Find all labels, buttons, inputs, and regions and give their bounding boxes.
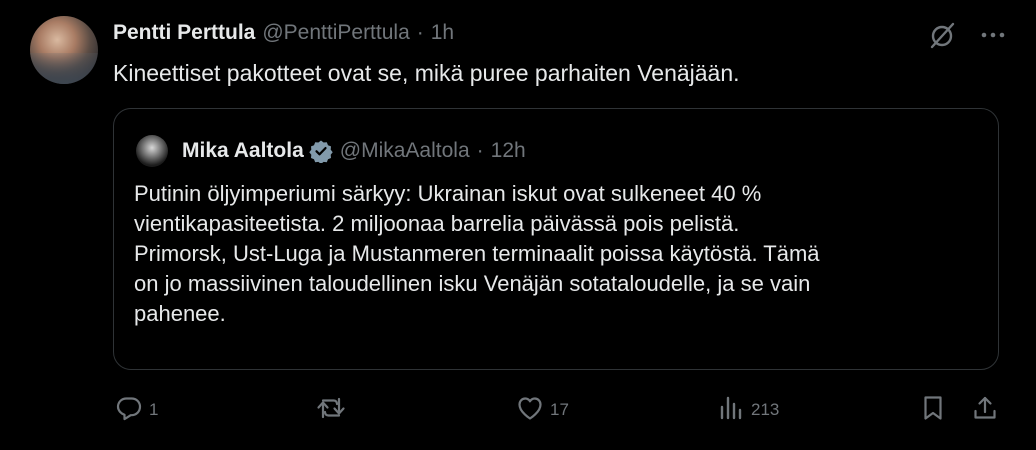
author-name[interactable]: Pentti Perttula (113, 21, 255, 45)
tweet-action-bar: 1 17 213 (113, 392, 1003, 428)
quoted-author-avatar[interactable] (136, 135, 168, 167)
views-button[interactable]: 213 (717, 392, 779, 428)
like-icon (516, 394, 544, 427)
verified-badge-icon (309, 139, 333, 163)
tweet-top-actions (928, 20, 1006, 50)
tweet-header: Pentti Perttula @PenttiPerttula · 1h (113, 18, 454, 48)
quoted-text-line: Putinin öljyimperiumi särkyy: Ukrainan i… (134, 181, 762, 206)
quoted-text-line: Primorsk, Ust-Luga ja Mustanmeren termin… (134, 241, 820, 266)
reply-icon (115, 394, 143, 427)
reply-count: 1 (149, 400, 159, 419)
quoted-text-line: pahenee. (134, 301, 226, 326)
like-count: 17 (550, 400, 569, 419)
tweet-card[interactable]: Pentti Perttula @PenttiPerttula · 1h Kin… (0, 0, 1036, 450)
reply-button[interactable]: 1 (115, 392, 158, 428)
quoted-text-line: vientikapasiteetista. 2 miljoonaa barrel… (134, 211, 740, 236)
header-separator: · (416, 21, 424, 44)
quoted-text-line: on jo massiivinen taloudellinen isku Ven… (134, 271, 811, 296)
share-icon (971, 394, 999, 427)
repost-button[interactable] (316, 392, 352, 428)
views-icon (717, 394, 745, 427)
bookmark-icon (919, 394, 947, 427)
repost-icon (316, 394, 346, 427)
tweet-text: Kineettiset pakotteet ovat se, mikä pure… (113, 60, 740, 86)
like-button[interactable]: 17 (516, 392, 569, 428)
quoted-header-separator: · (476, 139, 484, 162)
bookmark-button[interactable] (919, 392, 947, 428)
more-icon[interactable] (980, 30, 1006, 40)
views-count: 213 (751, 400, 780, 419)
quoted-tweet[interactable]: Mika Aaltola @MikaAaltola · 12h Putinin … (113, 108, 999, 370)
quoted-author-handle[interactable]: @MikaAaltola (340, 139, 470, 163)
quoted-tweet-time[interactable]: 12h (491, 139, 526, 163)
share-button[interactable] (971, 392, 999, 428)
avatar-shade (30, 53, 98, 84)
tweet-time[interactable]: 1h (431, 21, 454, 45)
author-handle[interactable]: @PenttiPerttula (262, 21, 409, 45)
quoted-tweet-text: Putinin öljyimperiumi särkyy: Ukrainan i… (134, 179, 984, 329)
author-avatar[interactable] (30, 16, 98, 84)
quoted-tweet-header: Mika Aaltola @MikaAaltola · 12h (182, 135, 526, 167)
quoted-author-name[interactable]: Mika Aaltola (182, 139, 304, 163)
grok-icon[interactable] (928, 20, 958, 50)
